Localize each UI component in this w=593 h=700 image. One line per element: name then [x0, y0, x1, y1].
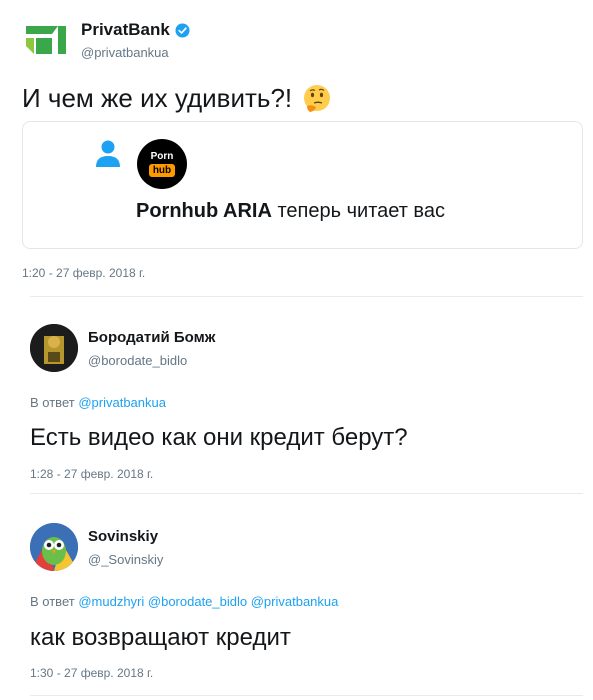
divider	[30, 493, 583, 494]
mention-link[interactable]: @privatbankua	[251, 594, 339, 609]
author-name[interactable]: PrivatBank	[81, 20, 170, 40]
privatbank-logo-avatar[interactable]	[22, 16, 70, 64]
author-handle[interactable]: @_Sovinskiy	[88, 552, 163, 567]
user-person-icon	[96, 140, 120, 167]
verified-badge-icon	[175, 22, 190, 38]
owl-avatar-icon	[30, 523, 78, 571]
author-name[interactable]: Sovinskiy	[88, 528, 158, 545]
divider	[30, 296, 583, 297]
reply-text: Есть видео как они кредит берут?	[30, 424, 408, 451]
author-handle[interactable]: @privatbankua	[81, 45, 169, 60]
link-card[interactable]: Porn hub Pornhub ARIA теперь читает вас	[22, 121, 583, 249]
in-reply-prefix: В ответ	[30, 395, 75, 410]
mention-link[interactable]: @borodate_bidlo	[148, 594, 247, 609]
reply-timestamp[interactable]: 1:30 - 27 февр. 2018 г.	[30, 666, 153, 680]
in-reply-to: В ответ @mudzhyri @borodate_bidlo @priva…	[30, 594, 338, 609]
card-title-bold: Pornhub ARIA	[136, 200, 272, 222]
reply-timestamp[interactable]: 1:28 - 27 февр. 2018 г.	[30, 467, 153, 481]
card-title-rest: теперь читает вас	[277, 200, 445, 222]
logo-text-top: Porn	[150, 151, 174, 162]
divider	[30, 695, 583, 696]
tweet-text-container: И чем же их удивить?!	[22, 83, 332, 114]
thinking-face-emoji-icon	[304, 84, 331, 112]
logo-text-bottom: hub	[149, 164, 175, 177]
mention-link[interactable]: @privatbankua	[78, 395, 166, 410]
author-handle[interactable]: @borodate_bidlo	[88, 353, 187, 368]
main-tweet: PrivatBank @privatbankua И чем же их уди…	[0, 0, 593, 296]
in-reply-prefix: В ответ	[30, 594, 75, 609]
tweet-timestamp[interactable]: 1:20 - 27 февр. 2018 г.	[22, 266, 145, 280]
pornhub-logo-icon: Porn hub	[137, 139, 187, 189]
avatar[interactable]	[30, 523, 78, 571]
author-name[interactable]: Бородатий Бомж	[88, 329, 215, 346]
card-title: Pornhub ARIA теперь читает вас	[136, 200, 445, 223]
avatar[interactable]	[30, 324, 78, 372]
in-reply-to: В ответ @privatbankua	[30, 395, 166, 410]
mention-link[interactable]: @mudzhyri	[78, 594, 144, 609]
reply-text: как возвращают кредит	[30, 624, 291, 651]
tweet-text: И чем же их удивить?!	[22, 83, 293, 113]
avatar-image-icon	[30, 324, 78, 372]
privatbank-logo-icon	[22, 16, 70, 64]
